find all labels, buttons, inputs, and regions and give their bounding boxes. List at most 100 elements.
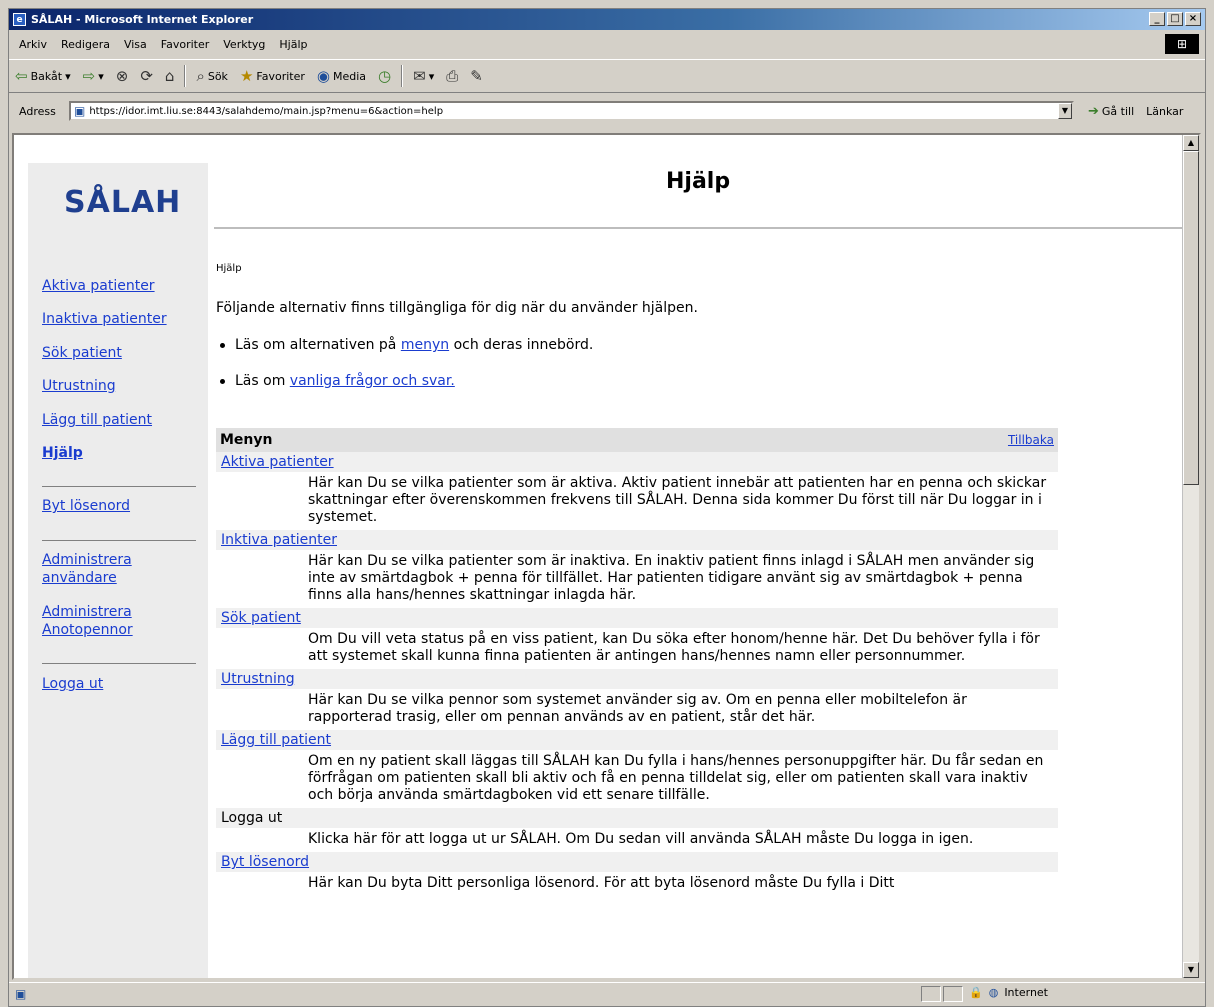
bullet-dot bbox=[220, 378, 225, 384]
menu-arkiv[interactable]: Arkiv bbox=[9, 38, 54, 51]
scroll-down-button[interactable]: ▼ bbox=[1183, 962, 1199, 978]
mail-icon: ✉ bbox=[413, 67, 426, 85]
edit-icon: ✎ bbox=[470, 67, 483, 85]
table-row-description: Här kan Du byta Ditt personliga lösenord… bbox=[308, 875, 895, 891]
close-button[interactable]: × bbox=[1185, 12, 1201, 26]
browser-window: e SÅLAH - Microsoft Internet Explorer _ … bbox=[8, 8, 1206, 1007]
back-link[interactable]: Tillbaka bbox=[1008, 433, 1054, 447]
mail-button[interactable]: ✉ ▾ bbox=[407, 67, 440, 85]
table-row-heading: Logga ut bbox=[216, 808, 1058, 828]
nav-hjalp[interactable]: Hjälp bbox=[42, 444, 83, 462]
breadcrumb: Hjälp bbox=[216, 263, 242, 274]
security-zone: 🔒 ◍ Internet bbox=[969, 986, 1048, 999]
media-button[interactable]: ◉ Media bbox=[311, 67, 372, 85]
media-icon: ◉ bbox=[316, 67, 330, 85]
table-row-heading: Sök patient bbox=[216, 608, 1058, 628]
go-button[interactable]: ➔ Gå till bbox=[1088, 104, 1134, 119]
zone-label: Internet bbox=[1004, 986, 1048, 999]
print-button[interactable]: ⎙ bbox=[440, 67, 464, 85]
toolbar: ⇦ Bakåt ▾ ⇨ ▾ ⊗ ⟳ ⌂ ⌕ Sök ★ Favoriter ◉ … bbox=[9, 59, 1205, 93]
scrollbar-thumb[interactable] bbox=[1183, 151, 1199, 485]
table-row-heading: Utrustning bbox=[216, 669, 1058, 689]
refresh-icon: ⟳ bbox=[140, 67, 153, 85]
back-arrow-icon: ⇦ bbox=[15, 67, 28, 85]
menu-visa[interactable]: Visa bbox=[117, 38, 154, 51]
chevron-down-icon: ▾ bbox=[65, 69, 71, 83]
nav-divider bbox=[42, 540, 196, 541]
menu-redigera[interactable]: Redigera bbox=[54, 38, 117, 51]
help-link-utrustning[interactable]: Utrustning bbox=[221, 671, 295, 687]
search-icon: ⌕ bbox=[196, 67, 205, 85]
help-menu-table: Menyn Tillbaka Aktiva patienter Här kan … bbox=[216, 428, 1058, 896]
table-header: Menyn Tillbaka bbox=[216, 428, 1058, 452]
nav-inaktiva-patienter[interactable]: Inaktiva patienter bbox=[42, 310, 167, 328]
back-button[interactable]: ⇦ Bakåt ▾ bbox=[9, 67, 77, 85]
table-row-description: Om en ny patient skall läggas till SÅLAH… bbox=[308, 753, 1044, 803]
vertical-scrollbar[interactable]: ▲ ▼ bbox=[1182, 135, 1199, 978]
nav-administrera-anotopennor[interactable]: Administrera Anotopennor bbox=[42, 603, 162, 639]
home-button[interactable]: ⌂ bbox=[159, 67, 181, 85]
forward-arrow-icon: ⇨ bbox=[82, 67, 96, 85]
help-link-sok-patient[interactable]: Sök patient bbox=[221, 610, 301, 626]
table-row-description: Här kan Du se vilka pennor som systemet … bbox=[308, 692, 967, 725]
page-content: SÅLAH Aktiva patienter Inaktiva patiente… bbox=[12, 133, 1201, 980]
ie-app-icon: e bbox=[13, 13, 26, 26]
chevron-down-icon: ▾ bbox=[98, 69, 104, 83]
table-row-heading: Aktiva patienter bbox=[216, 452, 1058, 472]
minimize-button[interactable]: _ bbox=[1149, 12, 1165, 26]
windows-logo-icon: ⊞ bbox=[1165, 34, 1199, 54]
menu-hjalp[interactable]: Hjälp bbox=[272, 38, 314, 51]
table-header-title: Menyn bbox=[220, 432, 273, 448]
table-row-description: Klicka här för att logga ut ur SÅLAH. Om… bbox=[308, 831, 974, 847]
nav-aktiva-patienter[interactable]: Aktiva patienter bbox=[42, 277, 155, 295]
bullet-faq: Läs om vanliga frågor och svar. bbox=[220, 373, 455, 389]
bullet-dot bbox=[220, 342, 225, 348]
edit-button[interactable]: ✎ bbox=[464, 67, 489, 85]
help-link-inaktiva-patienter[interactable]: Inktiva patienter bbox=[221, 532, 337, 548]
table-row-description: Här kan Du se vilka patienter som är akt… bbox=[308, 475, 1047, 525]
forward-button[interactable]: ⇨ ▾ bbox=[77, 67, 110, 85]
help-link-lagg-till-patient[interactable]: Lägg till patient bbox=[221, 732, 331, 748]
links-button[interactable]: Länkar bbox=[1146, 105, 1183, 118]
history-button[interactable]: ◷ bbox=[372, 67, 397, 85]
print-icon: ⎙ bbox=[446, 67, 459, 85]
title-bar: e SÅLAH - Microsoft Internet Explorer _ … bbox=[9, 9, 1205, 30]
address-bar: Adress ▣ https://idor.imt.liu.se:8443/sa… bbox=[9, 97, 1205, 125]
address-input[interactable]: ▣ https://idor.imt.liu.se:8443/salahdemo… bbox=[69, 101, 1074, 121]
nav-byt-losenord[interactable]: Byt lösenord bbox=[42, 497, 130, 515]
table-row-heading: Lägg till patient bbox=[216, 730, 1058, 750]
scroll-up-button[interactable]: ▲ bbox=[1183, 135, 1199, 151]
table-row-description: Här kan Du se vilka patienter som är ina… bbox=[308, 553, 1035, 603]
nav-administrera-anvandare[interactable]: Administrera användare bbox=[42, 551, 162, 587]
page-icon: ▣ bbox=[74, 104, 86, 118]
maximize-button[interactable]: □ bbox=[1167, 12, 1183, 26]
stop-icon: ⊗ bbox=[115, 67, 129, 85]
menu-favoriter[interactable]: Favoriter bbox=[154, 38, 216, 51]
help-link-byt-losenord[interactable]: Byt lösenord bbox=[221, 854, 309, 870]
favorites-button[interactable]: ★ Favoriter bbox=[234, 67, 311, 85]
bullet-menu-prefix: Läs om alternativen på bbox=[235, 337, 401, 353]
nav-utrustning[interactable]: Utrustning bbox=[42, 377, 116, 395]
bullet-menu-suffix: och deras innebörd. bbox=[449, 337, 594, 353]
nav-lagg-till-patient[interactable]: Lägg till patient bbox=[42, 411, 152, 429]
chevron-down-icon: ▾ bbox=[428, 69, 435, 83]
bullet-faq-prefix: Läs om bbox=[235, 373, 290, 389]
toolbar-divider bbox=[401, 65, 404, 87]
media-label: Media bbox=[332, 69, 367, 83]
search-label: Sök bbox=[207, 69, 228, 83]
refresh-button[interactable]: ⟳ bbox=[134, 67, 159, 85]
menu-verktyg[interactable]: Verktyg bbox=[216, 38, 272, 51]
help-link-aktiva-patienter[interactable]: Aktiva patienter bbox=[221, 454, 334, 470]
stop-button[interactable]: ⊗ bbox=[110, 67, 135, 85]
faq-link[interactable]: vanliga frågor och svar. bbox=[290, 373, 455, 389]
go-label: Gå till bbox=[1101, 104, 1135, 118]
favorites-label: Favoriter bbox=[256, 69, 305, 83]
search-button[interactable]: ⌕ Sök bbox=[190, 67, 234, 85]
menu-link[interactable]: menyn bbox=[401, 337, 449, 353]
address-dropdown[interactable]: ▼ bbox=[1058, 103, 1072, 119]
nav-sok-patient[interactable]: Sök patient bbox=[42, 344, 122, 362]
table-row-heading: Inktiva patienter bbox=[216, 530, 1058, 550]
nav-divider bbox=[42, 486, 196, 487]
nav-logga-ut[interactable]: Logga ut bbox=[42, 675, 103, 693]
sidebar: SÅLAH Aktiva patienter Inaktiva patiente… bbox=[28, 163, 208, 978]
